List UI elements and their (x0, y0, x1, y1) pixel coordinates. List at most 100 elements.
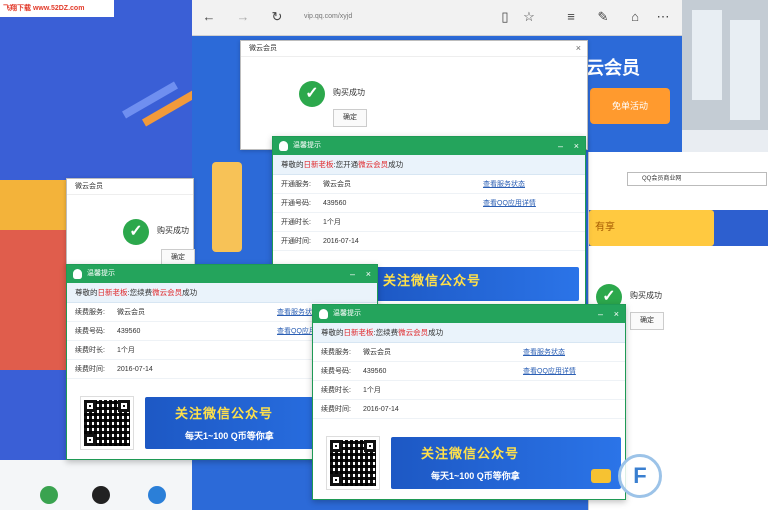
row-link[interactable]: 查看QQ应用详情 (483, 194, 536, 213)
user-name: 日新老板 (97, 288, 128, 297)
success-message: 购买成功 (630, 291, 662, 300)
row-value: 微云会员 (363, 349, 391, 356)
back-icon[interactable]: ← (202, 10, 216, 24)
decor-shape (212, 162, 242, 252)
wechat-ad-banner[interactable]: 关注微信公众号 每天1~100 Q币等你拿 (391, 437, 621, 489)
notes-icon[interactable]: ✎ (596, 10, 610, 24)
close-icon[interactable]: × (366, 265, 371, 283)
headline-suffix: 成功 (428, 328, 444, 337)
row-link[interactable]: 查看服务状态 (483, 175, 525, 194)
info-row: 开通服务: 微云会员 查看服务状态 (273, 175, 585, 194)
more-icon[interactable]: ⋯ (656, 10, 670, 24)
service-name: 微云会员 (152, 288, 183, 297)
row-label: 续费时长: (321, 387, 351, 394)
headline-middle: :您开通 (333, 160, 359, 169)
close-icon[interactable]: × (614, 305, 619, 323)
tab-address[interactable]: QQ会员商业网 (627, 172, 767, 186)
promo-banner[interactable]: 免单活动 (590, 88, 670, 124)
address-bar[interactable]: vip.qq.com/xyjd (304, 9, 494, 25)
minimize-icon[interactable]: – (350, 265, 355, 283)
refresh-icon[interactable]: ↻ (270, 10, 284, 24)
headline-prefix: 尊敬的 (75, 288, 98, 297)
watermark-bottom-right: F 飞翔下载 www.FXXZ.COM (614, 452, 768, 510)
info-row: 开通时长: 1个月 (273, 213, 585, 232)
row-value: 439560 (117, 328, 141, 335)
row-value: 439560 (363, 368, 387, 375)
row-link[interactable]: 查看QQ应用 (277, 322, 316, 341)
user-name: 日新老板 (343, 328, 374, 337)
success-check-icon: ✓ (123, 219, 149, 245)
share-icon[interactable]: ⌂ (628, 10, 642, 24)
notice-title: 温馨提示 (293, 142, 321, 149)
ok-button[interactable]: 确定 (630, 312, 664, 330)
notice-popup: 温馨提示 – × 尊敬的日新老板:您续费微云会员成功 续费服务: 微云会员 查看服务… (312, 304, 626, 500)
row-label: 开通时间: (281, 238, 311, 245)
row-label: 续费号码: (321, 368, 351, 375)
watermark-top-left: 飞翔下载 www.52DZ.com (0, 0, 114, 17)
row-label: 续费服务: (321, 349, 351, 356)
dialog-title: 微云会员 (241, 41, 587, 57)
notice-headline: 尊敬的日新老板:您开通微云会员成功 (273, 155, 585, 175)
wechat-ad-banner[interactable]: 关注微信公众号 (373, 267, 579, 301)
dialog-title: 微云会员 (67, 179, 193, 195)
service-name: 微云会员 (398, 328, 429, 337)
notice-headline: 尊敬的日新老板:您续费微云会员成功 (313, 323, 625, 343)
yellow-banner: 有享 (589, 210, 714, 246)
purchase-dialog: 微云会员 ✓ 购买成功 确定 (66, 178, 195, 268)
reading-view-icon[interactable]: ▯ (498, 10, 512, 24)
row-value: 2016-07-14 (363, 406, 399, 413)
close-icon[interactable]: × (574, 137, 579, 155)
row-value: 微云会员 (323, 181, 351, 188)
row-label: 开通时长: (281, 219, 311, 226)
info-row: 续费时间: 2016-07-14 (313, 400, 625, 419)
ok-button[interactable]: 确定 (333, 109, 367, 127)
close-icon[interactable]: × (576, 43, 581, 53)
headline-suffix: 成功 (182, 288, 198, 297)
qr-code (326, 436, 380, 490)
watermark-text: 飞翔下载 (668, 464, 756, 486)
service-name: 微云会员 (358, 160, 389, 169)
qr-code (80, 396, 134, 450)
notice-headline: 尊敬的日新老板:您续费微云会员成功 (67, 283, 377, 303)
watermark-logo-icon: F (618, 454, 662, 498)
ad-subline: 每天1~100 Q币等你拿 (431, 471, 520, 481)
app-icon[interactable] (40, 486, 58, 504)
notice-titlebar: 温馨提示 – × (67, 265, 377, 283)
ad-subline: 每天1~100 Q币等你拿 (185, 431, 274, 441)
row-value: 2016-07-14 (117, 366, 153, 373)
row-label: 续费时间: (75, 366, 105, 373)
row-link[interactable]: 查看服务状态 (523, 343, 565, 362)
favorite-star-icon[interactable]: ☆ (522, 10, 536, 24)
notice-title: 温馨提示 (333, 310, 361, 317)
qq-logo-icon (279, 141, 288, 151)
success-message: 购买成功 (157, 226, 189, 235)
row-value: 2016-07-14 (323, 238, 359, 245)
headline-prefix: 尊敬的 (321, 328, 344, 337)
minimize-icon[interactable]: – (558, 137, 563, 155)
forward-icon[interactable]: → (236, 10, 250, 24)
background-photo (682, 0, 768, 130)
headline-middle: :您续费 (373, 328, 399, 337)
headline-prefix: 尊敬的 (281, 160, 304, 169)
page-banner-title: 云会员 (586, 58, 640, 78)
row-value: 1个月 (363, 387, 381, 394)
notice-titlebar: 温馨提示 – × (313, 305, 625, 323)
minimize-icon[interactable]: – (598, 305, 603, 323)
row-label: 续费服务: (75, 309, 105, 316)
row-label: 续费时间: (321, 406, 351, 413)
success-message: 购买成功 (333, 88, 365, 97)
ad-headline: 关注微信公众号 (175, 406, 274, 421)
notice-titlebar: 温馨提示 – × (273, 137, 585, 155)
row-value: 1个月 (117, 347, 135, 354)
info-row: 续费时长: 1个月 (313, 381, 625, 400)
info-row: 开通号码: 439560 查看QQ应用详情 (273, 194, 585, 213)
watermark-url: www.FXXZ.COM (672, 486, 725, 493)
hub-icon[interactable]: ≡ (564, 10, 578, 24)
qq-icon[interactable] (92, 486, 110, 504)
ad-headline: 关注微信公众号 (421, 446, 520, 461)
row-link[interactable]: 查看QQ应用详情 (523, 362, 576, 381)
row-label: 续费号码: (75, 328, 105, 335)
row-value: 439560 (323, 200, 347, 207)
app-icon[interactable] (148, 486, 166, 504)
row-label: 续费时长: (75, 347, 105, 354)
